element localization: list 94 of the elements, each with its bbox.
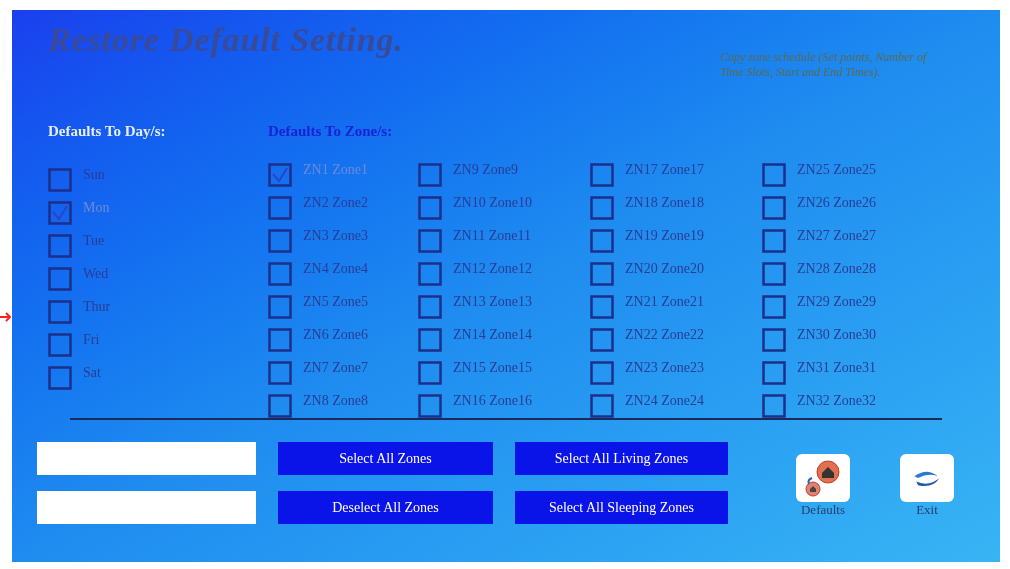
checkbox-label: ZN9 Zone9 bbox=[453, 160, 518, 179]
checkbox[interactable] bbox=[48, 201, 72, 225]
checkbox-label: ZN25 Zone25 bbox=[797, 160, 876, 179]
checkbox-label: ZN7 Zone7 bbox=[303, 358, 368, 377]
checkbox[interactable] bbox=[590, 196, 614, 220]
checkbox[interactable] bbox=[48, 267, 72, 291]
checkbox[interactable] bbox=[268, 262, 292, 286]
checkbox[interactable] bbox=[590, 163, 614, 187]
checkbox-label: ZN30 Zone30 bbox=[797, 325, 876, 344]
checkbox[interactable] bbox=[418, 163, 442, 187]
checkbox[interactable] bbox=[418, 262, 442, 286]
checkbox[interactable] bbox=[418, 328, 442, 352]
page-title: Restore Default Setting. bbox=[48, 20, 404, 60]
checkbox[interactable] bbox=[268, 361, 292, 385]
checkbox[interactable] bbox=[762, 328, 786, 352]
action-button[interactable]: Select All Sleeping Zones bbox=[515, 491, 728, 524]
checkbox-label: ZN13 Zone13 bbox=[453, 292, 532, 311]
checkbox[interactable] bbox=[268, 229, 292, 253]
checkbox[interactable] bbox=[590, 328, 614, 352]
checkbox-label: ZN18 Zone18 bbox=[625, 193, 704, 212]
checkbox-label: ZN5 Zone5 bbox=[303, 292, 368, 311]
checkbox[interactable] bbox=[762, 295, 786, 319]
checkbox-label: ZN22 Zone22 bbox=[625, 325, 704, 344]
button-caption: Exit bbox=[916, 501, 938, 519]
checkbox-label: ZN8 Zone8 bbox=[303, 391, 368, 410]
checkbox-label: Sun bbox=[83, 165, 105, 184]
checkbox-label: Mon bbox=[83, 198, 110, 217]
checkbox-label: ZN10 Zone10 bbox=[453, 193, 532, 212]
checkbox[interactable] bbox=[48, 366, 72, 390]
days-heading: Defaults To Day/s: bbox=[48, 122, 166, 141]
checkbox-label: ZN27 Zone27 bbox=[797, 226, 876, 245]
checkbox-label: ZN19 Zone19 bbox=[625, 226, 704, 245]
checkbox[interactable] bbox=[590, 295, 614, 319]
exit-button[interactable] bbox=[900, 454, 954, 502]
checkbox[interactable] bbox=[762, 361, 786, 385]
copy-note: Copy zone schedule (Set points, Number of Time Slots, Start and End Times). bbox=[720, 50, 929, 80]
checkbox[interactable] bbox=[590, 262, 614, 286]
checkbox[interactable] bbox=[762, 394, 786, 418]
checkbox[interactable] bbox=[268, 295, 292, 319]
checkbox[interactable] bbox=[268, 163, 292, 187]
action-button[interactable]: Select All Zones bbox=[278, 442, 493, 475]
checkbox[interactable] bbox=[48, 234, 72, 258]
checkbox-label: Sat bbox=[83, 363, 101, 382]
checkbox-label: ZN16 Zone16 bbox=[453, 391, 532, 410]
checkbox[interactable] bbox=[590, 361, 614, 385]
checkbox[interactable] bbox=[268, 196, 292, 220]
checkbox-label: Thur bbox=[83, 297, 111, 316]
checkbox[interactable] bbox=[418, 196, 442, 220]
checkbox-label: ZN15 Zone15 bbox=[453, 358, 532, 377]
checkbox-label: ZN23 Zone23 bbox=[625, 358, 704, 377]
checkbox[interactable] bbox=[590, 394, 614, 418]
checkbox[interactable] bbox=[48, 168, 72, 192]
checkbox-label: ZN17 Zone17 bbox=[625, 160, 704, 179]
house-bubbles-icon bbox=[803, 458, 843, 498]
checkbox-label: ZN29 Zone29 bbox=[797, 292, 876, 311]
action-button[interactable]: Deselect All Zones bbox=[278, 491, 493, 524]
text-field[interactable] bbox=[37, 491, 256, 524]
checkbox[interactable] bbox=[418, 229, 442, 253]
checkbox[interactable] bbox=[418, 361, 442, 385]
checkbox-label: ZN32 Zone32 bbox=[797, 391, 876, 410]
checkbox-label: ZN2 Zone2 bbox=[303, 193, 368, 212]
checkbox[interactable] bbox=[48, 333, 72, 357]
checkbox-label: ZN6 Zone6 bbox=[303, 325, 368, 344]
action-button[interactable]: Select All Living Zones bbox=[515, 442, 728, 475]
annotation-arrow bbox=[0, 311, 12, 323]
checkbox[interactable] bbox=[48, 300, 72, 324]
checkbox[interactable] bbox=[268, 328, 292, 352]
checkbox[interactable] bbox=[418, 394, 442, 418]
checkbox-label: ZN3 Zone3 bbox=[303, 226, 368, 245]
checkbox-label: ZN20 Zone20 bbox=[625, 259, 704, 278]
checkbox-label: ZN26 Zone26 bbox=[797, 193, 876, 212]
checkbox-label: ZN24 Zone24 bbox=[625, 391, 704, 410]
checkbox[interactable] bbox=[762, 163, 786, 187]
checkbox[interactable] bbox=[762, 229, 786, 253]
checkbox-label: ZN28 Zone28 bbox=[797, 259, 876, 278]
checkbox-label: Wed bbox=[83, 264, 109, 283]
checkbox-label: ZN31 Zone31 bbox=[797, 358, 876, 377]
checkbox-label: Tue bbox=[83, 231, 105, 250]
checkbox-label: ZN12 Zone12 bbox=[453, 259, 532, 278]
checkbox[interactable] bbox=[762, 262, 786, 286]
zones-heading: Defaults To Zone/s: bbox=[268, 122, 393, 141]
checkbox-label: ZN14 Zone14 bbox=[453, 325, 532, 344]
checkbox-label: ZN11 Zone11 bbox=[453, 226, 531, 245]
checkbox[interactable] bbox=[762, 196, 786, 220]
defaults-button[interactable] bbox=[796, 454, 850, 502]
checkbox-label: ZN4 Zone4 bbox=[303, 259, 368, 278]
checkbox[interactable] bbox=[590, 229, 614, 253]
checkbox-label: Fri bbox=[83, 330, 100, 349]
button-caption: Defaults bbox=[800, 501, 845, 519]
checkbox-label: ZN21 Zone21 bbox=[625, 292, 704, 311]
checkbox[interactable] bbox=[268, 394, 292, 418]
text-field[interactable] bbox=[37, 442, 256, 475]
checkbox-label: ZN1 Zone1 bbox=[303, 160, 368, 179]
checkbox[interactable] bbox=[418, 295, 442, 319]
